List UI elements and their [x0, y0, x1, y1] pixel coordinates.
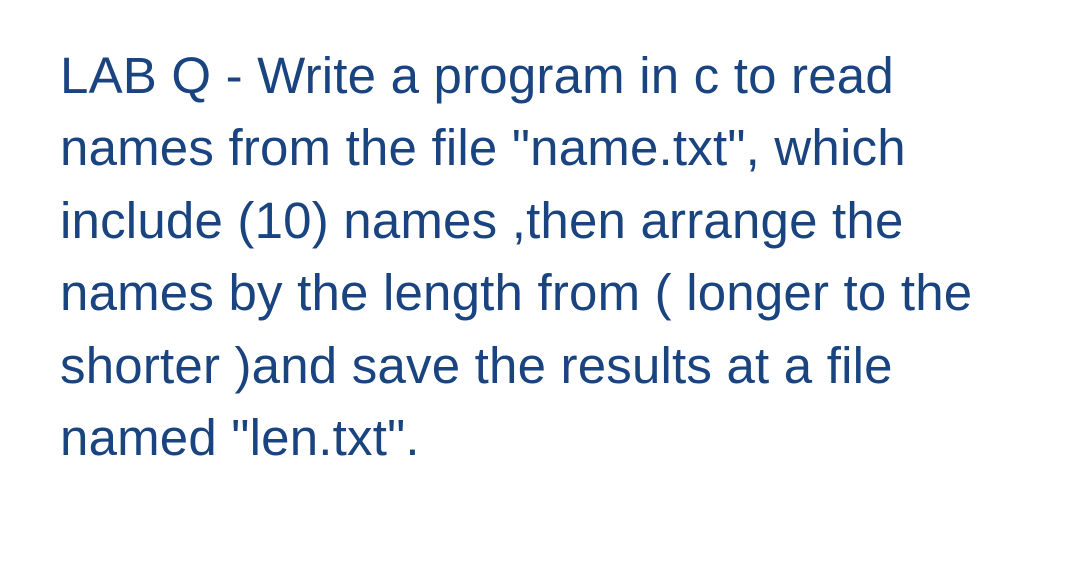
- lab-question-text: LAB Q - Write a program in c to read nam…: [60, 40, 1030, 474]
